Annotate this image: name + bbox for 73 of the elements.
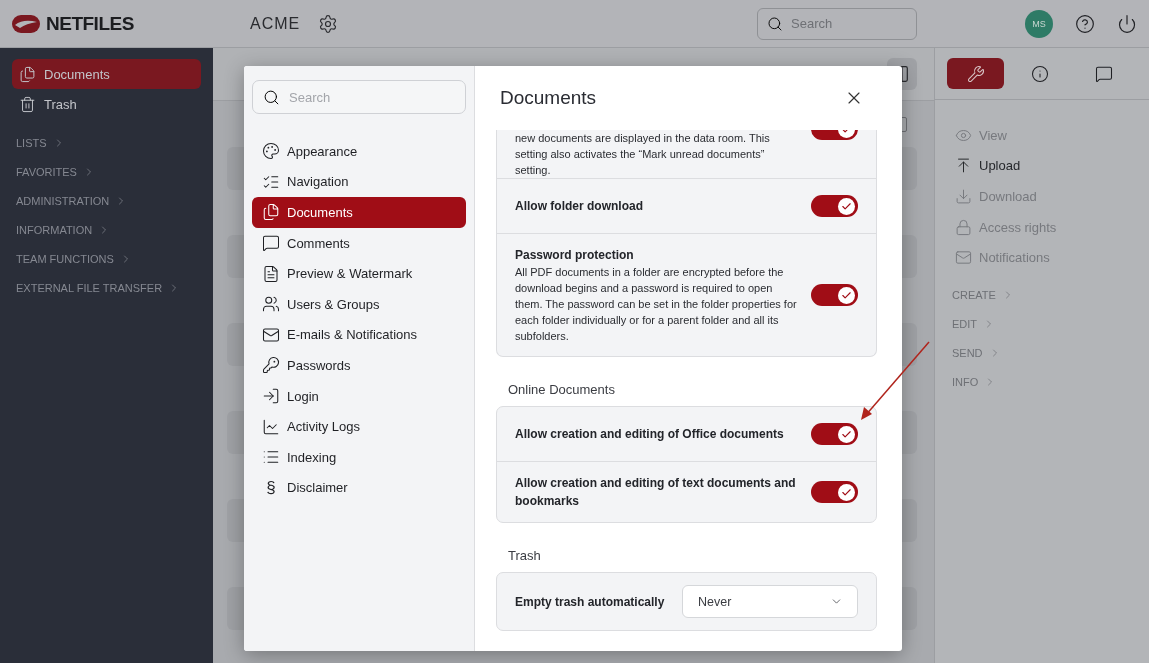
avatar[interactable]: MS — [1025, 9, 1053, 38]
nav-item[interactable]: Comments — [252, 227, 466, 259]
group-heading: Online Documents — [507, 381, 616, 399]
key-icon — [262, 356, 280, 375]
nav-item[interactable]: Navigation — [252, 166, 466, 198]
nav-item[interactable]: Indexing — [252, 441, 466, 473]
file-icon — [262, 264, 280, 283]
nav-item[interactable]: E-mails & Notifications — [252, 319, 466, 351]
check-icon — [841, 486, 852, 498]
wrench-icon — [966, 64, 985, 83]
palette-icon — [262, 142, 280, 161]
search-input[interactable]: Search — [789, 15, 903, 32]
toggle-switch[interactable] — [811, 284, 858, 306]
login-icon — [262, 387, 280, 406]
setting-title: Allow folder download — [515, 198, 644, 215]
toggle-switch[interactable] — [811, 423, 858, 445]
trash-icon — [19, 95, 36, 113]
power-icon[interactable] — [1117, 13, 1137, 34]
sidebar-section[interactable]: FAVORITES — [16, 166, 77, 178]
group-heading: Trash — [507, 547, 542, 565]
search-field[interactable]: Search — [252, 80, 466, 114]
sidebar-section[interactable]: LISTS — [16, 137, 47, 149]
toggle-switch[interactable] — [811, 195, 858, 217]
select-field[interactable]: Never — [682, 585, 858, 618]
setting-title: Allow creation and editing of Office documents — [515, 426, 785, 443]
sidebar-section[interactable]: TEAM FUNCTIONS — [16, 253, 114, 265]
speech-bubble-icon — [262, 234, 280, 253]
logo-icon — [12, 13, 40, 34]
nav-item[interactable]: § Disclaimer — [252, 472, 466, 504]
setting-description: All PDF documents in a folder are encrypted before the download begins and a password is required to open them. The password can be set in the folder properties for each folder individually or for a parent folder and all its subfolders. — [515, 265, 798, 344]
logo-text: NETFILES — [46, 12, 134, 35]
chart-icon — [262, 417, 280, 436]
search-input[interactable]: Search — [287, 88, 451, 106]
search-icon — [767, 15, 783, 32]
nav-item[interactable]: Documents — [252, 197, 466, 228]
users-icon — [262, 295, 280, 314]
sidebar-item[interactable]: Trash — [12, 89, 201, 119]
search-field[interactable]: Search — [757, 7, 917, 40]
nav-item[interactable]: Preview & Watermark — [252, 258, 466, 289]
dialog-title: Documents — [500, 87, 597, 109]
nav-item[interactable]: Activity Logs — [252, 411, 466, 442]
workspace-name: ACME — [250, 14, 301, 33]
panel-tab[interactable] — [947, 58, 1004, 89]
download-icon — [955, 188, 972, 205]
documents-icon — [19, 65, 36, 83]
speech-bubble-icon — [1094, 64, 1113, 83]
check-icon — [841, 289, 852, 301]
nav-item[interactable]: Passwords — [252, 350, 466, 381]
help-icon[interactable] — [1075, 13, 1095, 34]
sidebar-section[interactable]: INFORMATION — [16, 224, 93, 236]
search-icon — [263, 88, 280, 106]
toggle-switch[interactable] — [811, 481, 858, 503]
lock-icon — [955, 218, 972, 236]
sidebar-section[interactable]: EXTERNAL FILE TRANSFER — [16, 282, 163, 294]
setting-title: Empty trash automatically — [515, 593, 666, 611]
setting-description: new documents are displayed in the data room. This setting also activates the “Mark unread documents” setting. — [515, 131, 771, 178]
action-item[interactable]: Upload — [955, 150, 1149, 182]
settings-icon[interactable] — [318, 13, 339, 34]
setting-title: Allow creation and editing of text documents and bookmarks — [515, 475, 797, 510]
check-icon — [841, 428, 852, 440]
setting-title: Password protection — [515, 247, 635, 264]
nav-item[interactable]: Login — [252, 380, 466, 412]
sidebar-section[interactable]: ADMINISTRATION — [16, 195, 110, 207]
upload-icon — [955, 157, 972, 175]
envelope-icon — [955, 249, 972, 267]
documents-icon — [262, 203, 280, 222]
info-icon — [1030, 64, 1049, 83]
nav-item[interactable]: Users & Groups — [252, 288, 466, 320]
section-sign-icon: § — [262, 477, 280, 498]
sidebar-item[interactable]: Documents — [12, 59, 201, 89]
envelope-icon — [262, 325, 280, 344]
nav-item[interactable]: Appearance — [252, 136, 466, 167]
check-icon — [841, 200, 852, 212]
